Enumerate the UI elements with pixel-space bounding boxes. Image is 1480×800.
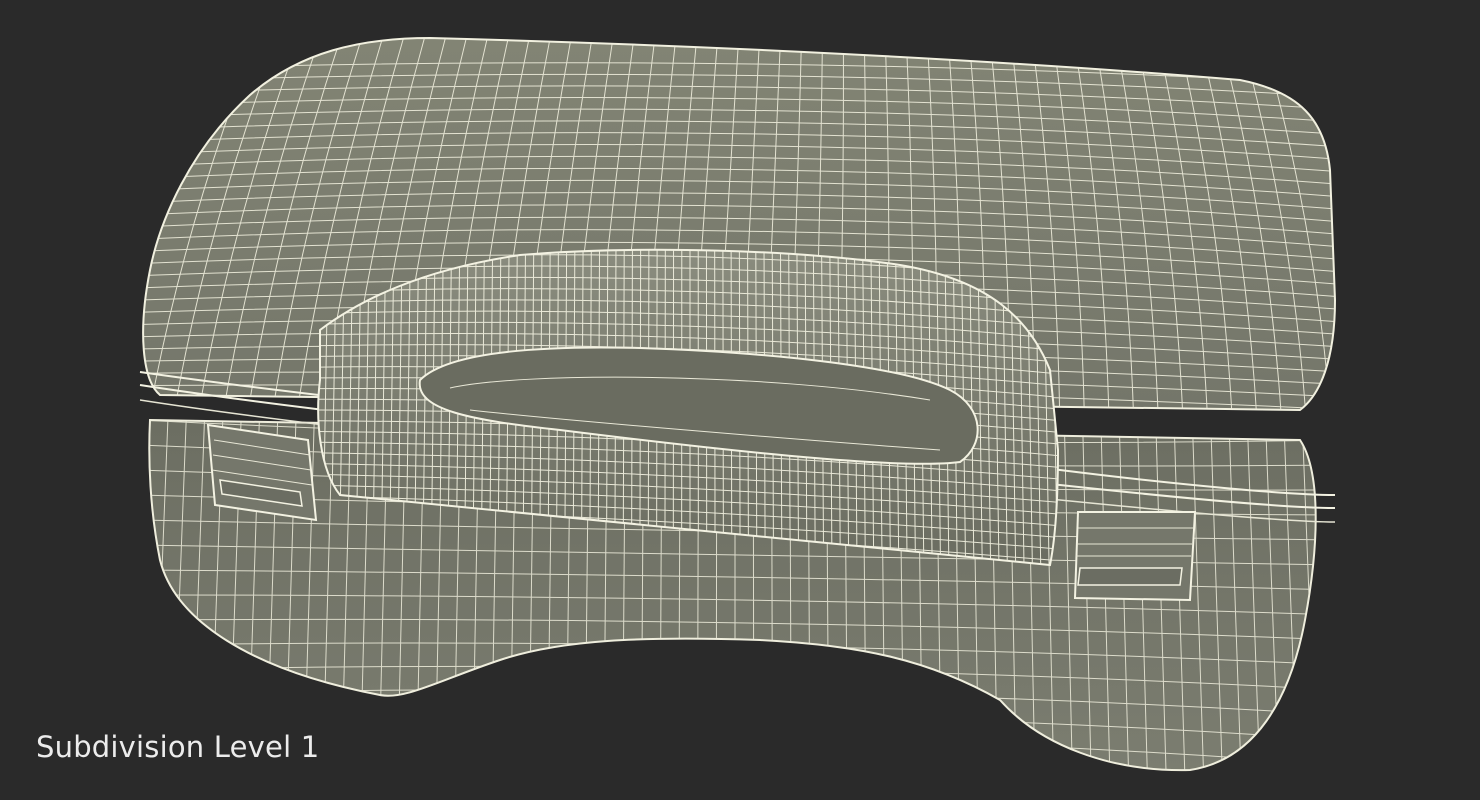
latch-right — [1073, 511, 1197, 602]
wireframe-render-viewport — [139, 37, 1337, 772]
latch-left — [206, 423, 318, 522]
render-caption: Subdivision Level 1 — [36, 730, 320, 764]
